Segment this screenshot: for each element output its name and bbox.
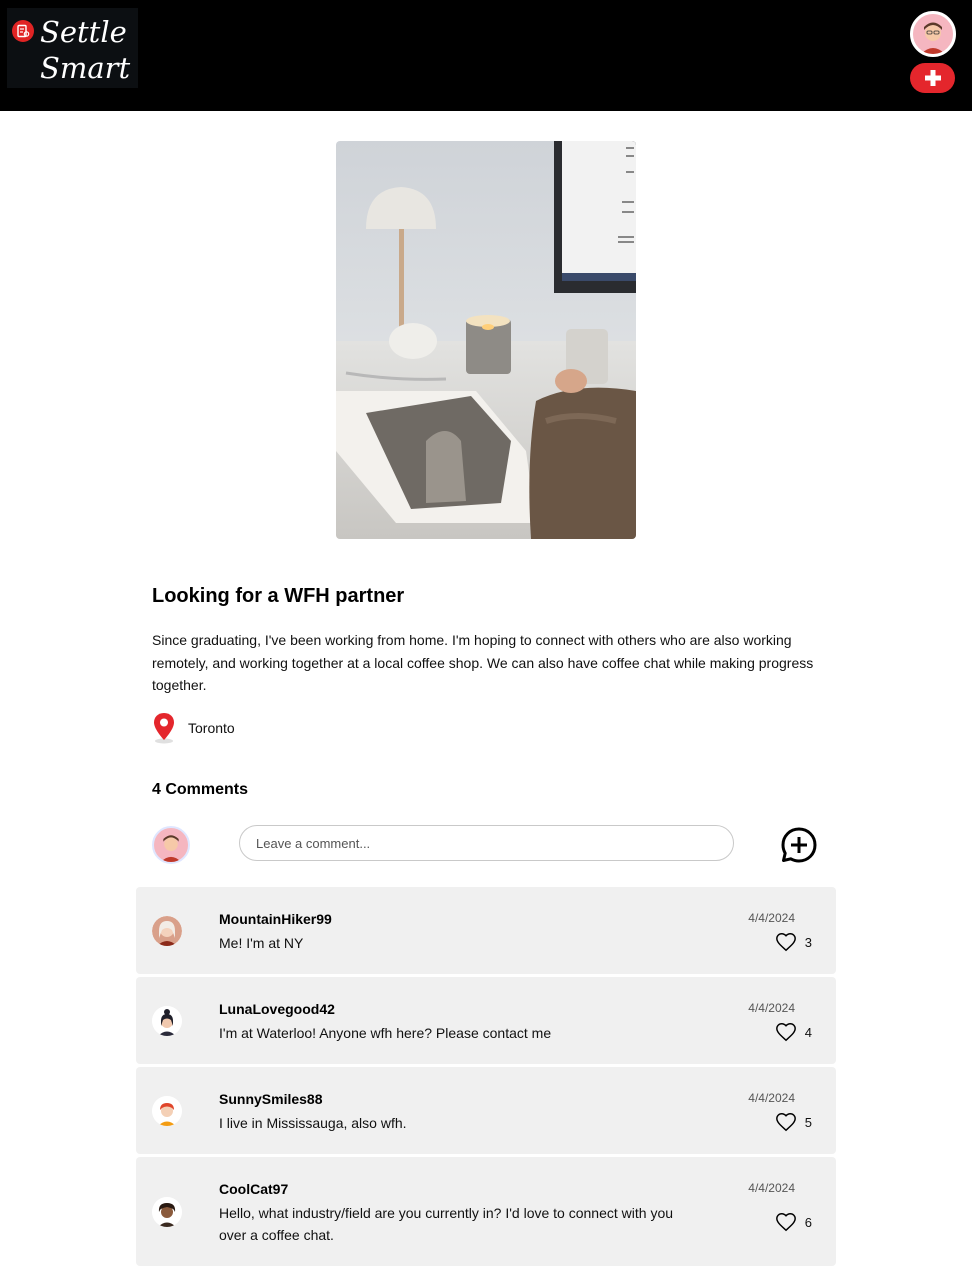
- comment-text: I'm at Waterloo! Anyone wfh here? Please…: [219, 1025, 552, 1041]
- logo-badge-icon: [12, 20, 34, 42]
- like-count: 5: [804, 1114, 812, 1130]
- location-label: Toronto: [188, 720, 235, 736]
- comment-card: CoolCat97 Hello, what industry/field are…: [136, 1157, 836, 1266]
- chat-plus-icon: [781, 827, 817, 863]
- comment-date: 4/4/2024: [748, 1091, 795, 1105]
- plus-icon: [924, 70, 941, 86]
- redhead-avatar-icon: [152, 1096, 182, 1126]
- comment-card: LunaLovegood42 I'm at Waterloo! Anyone w…: [136, 977, 836, 1064]
- comments-heading: 4 Comments: [152, 781, 249, 798]
- comment-text: Me! I'm at NY: [219, 935, 304, 951]
- comment-username[interactable]: SunnySmiles88: [219, 1091, 323, 1107]
- top-header: Settle Smart: [0, 0, 972, 111]
- user-avatar[interactable]: [910, 11, 956, 57]
- comment-text: I live in Mississauga, also wfh.: [219, 1115, 407, 1131]
- post-body: Since graduating, I've been working from…: [152, 632, 814, 693]
- like-count: 4: [804, 1024, 812, 1040]
- logo-text: Settle Smart: [40, 14, 130, 86]
- like-control[interactable]: 6: [775, 1211, 812, 1233]
- curly-hair-avatar-icon: [152, 1197, 182, 1227]
- post-image: [336, 141, 636, 539]
- comment-text: Hello, what industry/field are you curre…: [219, 1205, 674, 1243]
- like-control[interactable]: 3: [775, 931, 812, 953]
- woman-white-hair-avatar-icon: [152, 916, 182, 946]
- comment-date: 4/4/2024: [748, 1001, 795, 1015]
- create-post-button[interactable]: [910, 63, 955, 93]
- comment-card: SunnySmiles88 I live in Mississauga, als…: [136, 1067, 836, 1154]
- app-logo[interactable]: Settle Smart: [7, 8, 138, 88]
- post-title: Looking for a WFH partner: [152, 585, 405, 607]
- comment-input[interactable]: [239, 825, 734, 861]
- like-control[interactable]: 4: [775, 1021, 812, 1043]
- comment-card: MountainHiker99 Me! I'm at NY 4/4/2024 3: [136, 887, 836, 974]
- logo-line-2: Smart: [40, 51, 131, 85]
- like-count: 6: [804, 1214, 812, 1230]
- like-control[interactable]: 5: [775, 1111, 812, 1133]
- comment-username[interactable]: CoolCat97: [219, 1181, 288, 1197]
- heart-icon[interactable]: [775, 1211, 797, 1233]
- woman-dark-bun-avatar-icon: [152, 1006, 182, 1036]
- comment-username[interactable]: LunaLovegood42: [219, 1001, 335, 1017]
- comment-date: 4/4/2024: [748, 911, 795, 925]
- post-location: Toronto: [152, 712, 235, 744]
- map-pin-icon: [154, 713, 174, 744]
- like-count: 3: [804, 934, 812, 950]
- logo-line-1: Settle: [40, 15, 127, 49]
- heart-icon[interactable]: [775, 1021, 797, 1043]
- comment-username[interactable]: MountainHiker99: [219, 911, 332, 927]
- current-user-avatar: [152, 826, 190, 864]
- add-comment-button[interactable]: [780, 826, 818, 864]
- heart-icon[interactable]: [775, 1111, 797, 1133]
- comment-date: 4/4/2024: [748, 1181, 795, 1195]
- heart-icon[interactable]: [775, 931, 797, 953]
